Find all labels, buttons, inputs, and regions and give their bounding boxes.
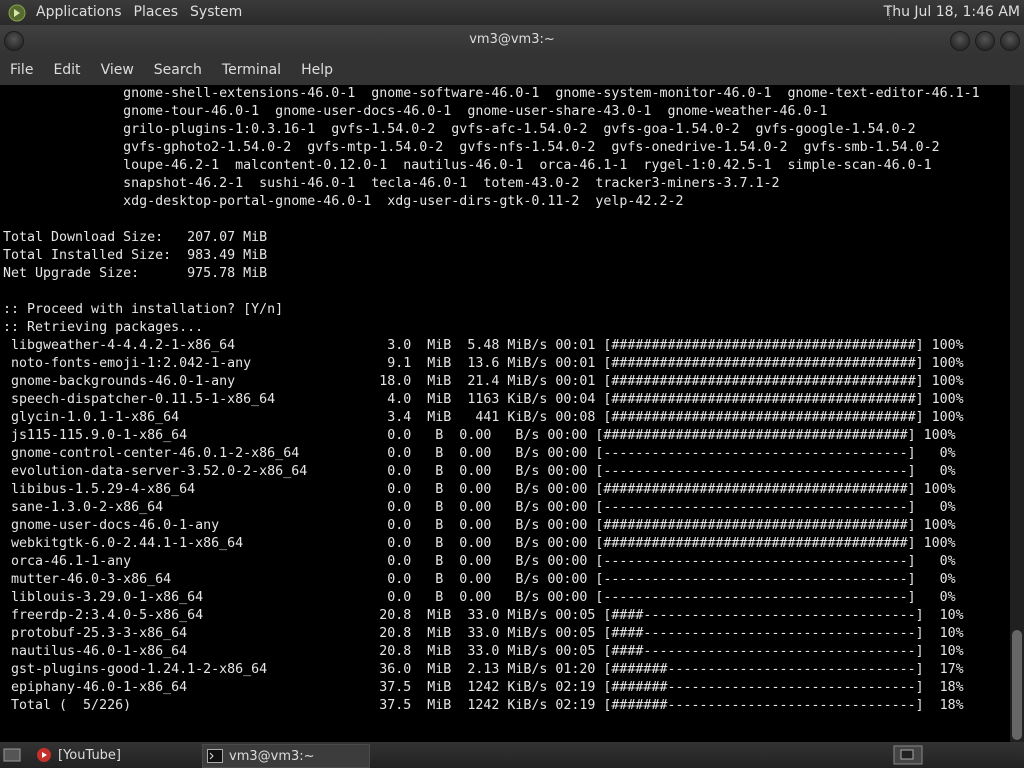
terminal-line: freerdp-2:3.4.0-5-x86_64 20.8 MiB 33.0 M… (3, 608, 964, 623)
bottom-panel: [YouTube] vm3@vm3:~ (0, 742, 1024, 768)
terminal-icon (207, 749, 223, 763)
menu-terminal[interactable]: Terminal (212, 62, 291, 78)
menu-file[interactable]: File (0, 62, 43, 78)
menu-view[interactable]: View (91, 62, 144, 78)
terminal-line: evolution-data-server-3.52.0-2-x86_64 0.… (3, 464, 956, 479)
terminal-line: :: Proceed with installation? [Y/n] (3, 302, 284, 317)
terminal-line: speech-dispatcher-0.11.5-1-x86_64 4.0 Mi… (3, 392, 964, 407)
workspace-switcher[interactable] (893, 744, 923, 766)
terminal-line: glycin-1.0.1-1-x86_64 3.4 MiB 441 KiB/s … (3, 410, 964, 425)
terminal-line: Total Download Size: 207.07 MiB (3, 230, 268, 245)
window-title-bar[interactable]: vm3@vm3:~ (0, 25, 1024, 55)
terminal-line: gnome-shell-extensions-46.0-1 gnome-soft… (3, 86, 980, 101)
terminal-line: protobuf-25.3-3-x86_64 20.8 MiB 33.0 MiB… (3, 626, 964, 641)
terminal-output: gnome-shell-extensions-46.0-1 gnome-soft… (3, 85, 980, 715)
terminal-line: liblouis-3.29.0-1-x86_64 0.0 B 0.00 B/s … (3, 590, 956, 605)
terminal-line: noto-fonts-emoji-1:2.042-1-any 9.1 MiB 1… (3, 356, 964, 371)
terminal-line: Total Installed Size: 983.49 MiB (3, 248, 268, 263)
terminal-line: gnome-tour-46.0-1 gnome-user-docs-46.0-1… (3, 104, 828, 119)
youtube-icon (37, 748, 51, 762)
terminal-line: gvfs-gphoto2-1.54.0-2 gvfs-mtp-1.54.0-2 … (3, 140, 940, 155)
close-button[interactable] (1000, 31, 1020, 51)
terminal-line: :: Retrieving packages... (3, 320, 204, 335)
terminal-line: gnome-user-docs-46.0-1-any 0.0 B 0.00 B/… (3, 518, 956, 533)
window-menu-button[interactable] (4, 31, 24, 51)
terminal-scrollbar[interactable] (1010, 85, 1024, 742)
task-label: [YouTube] (58, 747, 122, 763)
terminal-line: gnome-backgrounds-46.0-1-any 18.0 MiB 21… (3, 374, 964, 389)
task-youtube[interactable]: [YouTube] (36, 744, 196, 766)
menu-search[interactable]: Search (144, 62, 212, 78)
distro-logo-icon[interactable] (8, 4, 26, 22)
terminal-line: libibus-1.5.29-4-x86_64 0.0 B 0.00 B/s 0… (3, 482, 956, 497)
terminal-line: js115-115.9.0-1-x86_64 0.0 B 0.00 B/s 00… (3, 428, 956, 443)
terminal-line: webkitgtk-6.0-2.44.1-1-x86_64 0.0 B 0.00… (3, 536, 956, 551)
terminal-line: Net Upgrade Size: 975.78 MiB (3, 266, 268, 281)
top-panel: Applications Places System Thu Jul 18, 1… (0, 0, 1024, 25)
menu-help[interactable]: Help (291, 62, 343, 78)
menu-bar: File Edit View Search Terminal Help (0, 55, 1024, 85)
system-menu[interactable]: System (184, 0, 248, 25)
terminal-line: grilo-plugins-1:0.3.16-1 gvfs-1.54.0-2 g… (3, 122, 916, 137)
task-label: vm3@vm3:~ (229, 748, 315, 764)
terminal-line: snapshot-46.2-1 sushi-46.0-1 tecla-46.0-… (3, 176, 780, 191)
terminal-line: orca-46.1-1-any 0.0 B 0.00 B/s 00:00 [--… (3, 554, 956, 569)
show-desktop-button[interactable] (2, 744, 22, 766)
terminal-line: nautilus-46.0-1-x86_64 20.8 MiB 33.0 MiB… (3, 644, 964, 659)
terminal-line: libgweather-4-4.4.2-1-x86_64 3.0 MiB 5.4… (3, 338, 964, 353)
task-terminal[interactable]: vm3@vm3:~ (202, 744, 370, 768)
terminal-line: gst-plugins-good-1.24.1-2-x86_64 36.0 Mi… (3, 662, 964, 677)
workspace-icon (893, 745, 923, 765)
terminal-line: Total ( 5/226) 37.5 MiB 1242 KiB/s 02:19… (3, 698, 964, 713)
desktop-icon (3, 748, 21, 762)
menu-edit[interactable]: Edit (43, 62, 90, 78)
terminal-line: mutter-46.0-3-x86_64 0.0 B 0.00 B/s 00:0… (3, 572, 956, 587)
terminal-area[interactable]: gnome-shell-extensions-46.0-1 gnome-soft… (0, 85, 1010, 742)
places-menu[interactable]: Places (128, 0, 185, 25)
terminal-line: xdg-desktop-portal-gnome-46.0-1 xdg-user… (3, 194, 684, 209)
terminal-line: loupe-46.2-1 malcontent-0.12.0-1 nautilu… (3, 158, 932, 173)
maximize-button[interactable] (975, 31, 995, 51)
minimize-button[interactable] (950, 31, 970, 51)
clock[interactable]: Thu Jul 18, 1:46 AM (884, 0, 1020, 25)
scrollbar-thumb[interactable] (1012, 630, 1022, 740)
window-title: vm3@vm3:~ (469, 32, 555, 47)
applications-menu[interactable]: Applications (30, 0, 128, 25)
terminal-line: gnome-control-center-46.0.1-2-x86_64 0.0… (3, 446, 956, 461)
terminal-line: epiphany-46.0-1-x86_64 37.5 MiB 1242 KiB… (3, 680, 964, 695)
terminal-line: sane-1.3.0-2-x86_64 0.0 B 0.00 B/s 00:00… (3, 500, 956, 515)
